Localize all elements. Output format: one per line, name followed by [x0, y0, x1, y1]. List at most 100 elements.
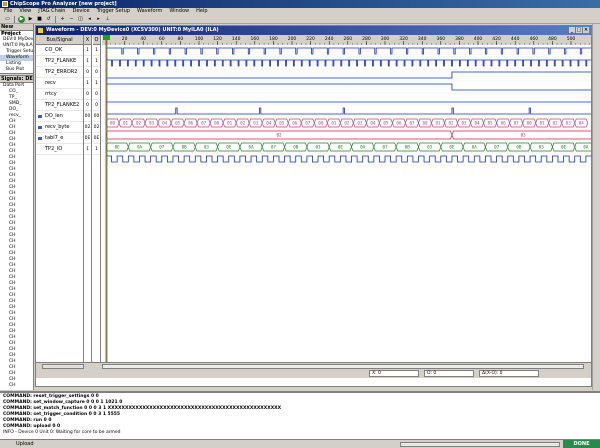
signal-name-column: Bus/Signal CO_OK TP2_FLANKE TP2_ERROR2 recv…: [36, 35, 84, 362]
marker-icon[interactable]: ⊥: [104, 16, 111, 23]
signal-row[interactable]: TP2_FLANKE2: [36, 100, 83, 111]
vertical-scrollbar[interactable]: [592, 24, 600, 390]
bus-value: 05: [383, 121, 389, 126]
o-value: 1: [93, 56, 100, 67]
bus-value: 02: [553, 121, 559, 126]
ruler-label: 300: [381, 36, 390, 42]
bus-expand-icon[interactable]: [38, 126, 42, 129]
menu-item-trigger-setup[interactable]: Trigger Setup: [97, 8, 130, 15]
cursor-delta-field[interactable]: Δ(X-O): 0: [479, 370, 539, 377]
bus-expand-icon[interactable]: [38, 137, 42, 140]
o-value: 02: [93, 122, 100, 133]
horizontal-scrollbar[interactable]: [36, 362, 591, 369]
bus-expand-icon[interactable]: [38, 115, 42, 118]
chipscope-window: ChipScope Pro Analyzer [new project] Fil…: [0, 0, 600, 448]
bus-value: 07: [159, 145, 165, 150]
signal-row[interactable]: TP2_FLANKE: [36, 56, 83, 67]
bus-value: 0E: [449, 145, 455, 150]
bus-value: 07: [201, 121, 207, 126]
signal-row[interactable]: tabl7_e: [36, 133, 83, 144]
minimize-icon[interactable]: _: [569, 27, 575, 33]
bus-value: 00: [214, 121, 220, 126]
ruler-label: 140: [232, 36, 241, 42]
waveform-icon: [38, 28, 43, 33]
progress-bar: [400, 442, 560, 447]
bus-value: 03: [357, 121, 363, 126]
maximize-icon[interactable]: □: [576, 27, 582, 33]
cursor-o-field[interactable]: O: 0: [424, 370, 474, 377]
zoom-fit-icon[interactable]: ◫: [77, 16, 84, 23]
zoom-out-icon[interactable]: −: [68, 16, 75, 23]
menu-item-device[interactable]: Device: [72, 8, 89, 15]
open-icon[interactable]: ▭: [4, 16, 11, 23]
ruler-label: 380: [455, 36, 464, 42]
menu-bar: File View JTAG Chain Device Trigger Setup Wav…: [0, 8, 600, 15]
digital-trace: [106, 59, 596, 67]
signal-name: recv: [45, 80, 56, 86]
bus-value: 0E: [115, 145, 121, 150]
bus-value: 07: [409, 121, 415, 126]
x-value: 0: [84, 67, 91, 78]
signal-name: recv_byte: [45, 124, 70, 130]
bus-value: 0E: [561, 145, 567, 150]
run-icon[interactable]: ▶: [18, 15, 25, 23]
signal-row[interactable]: TP2_ERROR2: [36, 67, 83, 78]
zoom-in-icon[interactable]: +: [59, 16, 66, 23]
bus-value: 04: [579, 121, 585, 126]
menu-item-jtag-chain[interactable]: JTAG Chain: [38, 8, 65, 15]
ruler-label: 260: [344, 36, 353, 42]
waveform-canvas[interactable]: 0204060801001201401601802002202402602803…: [102, 35, 598, 362]
signal-row[interactable]: DO_len: [36, 111, 83, 122]
ruler-label: 500: [567, 36, 576, 42]
bus-value: 01: [227, 121, 233, 126]
signal-tree-item[interactable]: CH: [0, 383, 33, 389]
bus-value: 01: [123, 121, 129, 126]
signal-row[interactable]: CO_OK: [36, 45, 83, 56]
x-value: 0E: [84, 133, 91, 144]
waveform-title-bar: Waveform - DEV:0 MyDevice0 (XC5V300) UNI…: [36, 26, 591, 35]
x-value: 0: [84, 89, 91, 100]
cursor-x-field[interactable]: X: 0: [369, 370, 419, 377]
o-value: 1: [93, 144, 100, 155]
signal-row[interactable]: recv_byte: [36, 122, 83, 133]
x-value: 0: [84, 100, 91, 111]
go-right-icon[interactable]: ▸: [95, 16, 102, 23]
bus-value: 0A: [137, 145, 143, 150]
signal-row[interactable]: TP2_IO: [36, 144, 83, 155]
bus-value: 01: [540, 121, 546, 126]
bus-value: 02: [240, 121, 246, 126]
menu-item-view[interactable]: View: [19, 8, 31, 15]
bus-value: 03: [253, 121, 259, 126]
menu-item-window[interactable]: Window: [169, 8, 189, 15]
o-value: 1: [93, 78, 100, 89]
o-value: 0: [93, 89, 100, 100]
ruler-label: 320: [399, 36, 408, 42]
x-value: 1: [84, 78, 91, 89]
signal-row[interactable]: rrtcy: [36, 89, 83, 100]
bus-value: 00: [318, 121, 324, 126]
digital-trace: [106, 47, 598, 55]
ruler-label: 280: [362, 36, 371, 42]
toolbar-separator: [55, 15, 56, 23]
signal-name: TP2_FLANKE: [45, 58, 77, 64]
ruler-label: 400: [474, 36, 483, 42]
bus-value: 06: [292, 121, 298, 126]
ruler-label: 420: [492, 36, 501, 42]
menu-item-help[interactable]: Help: [196, 8, 207, 15]
trigger-immediate-icon[interactable]: ▶: [27, 16, 34, 23]
go-left-icon[interactable]: ◂: [86, 16, 93, 23]
console-output: COMMAND: reset_trigger_settings 0 0 COMMA…: [0, 391, 600, 439]
ruler-label: 340: [418, 36, 427, 42]
menu-item-file[interactable]: File: [4, 8, 12, 15]
waveform-svg[interactable]: 0204060801001201401601802002202402602803…: [102, 35, 598, 362]
signal-row[interactable]: recv: [36, 78, 83, 89]
menu-item-waveform[interactable]: Waveform: [137, 8, 162, 15]
stop-icon[interactable]: ■: [36, 16, 43, 23]
title-bar: ChipScope Pro Analyzer [new project]: [0, 0, 600, 8]
bus-value: 0A: [360, 145, 366, 150]
ruler-label: 160: [251, 36, 260, 42]
close-icon[interactable]: ×: [583, 27, 589, 33]
reset-icon[interactable]: ↺: [45, 16, 52, 23]
bus-value: 03: [462, 121, 468, 126]
ruler-label: 360: [437, 36, 446, 42]
